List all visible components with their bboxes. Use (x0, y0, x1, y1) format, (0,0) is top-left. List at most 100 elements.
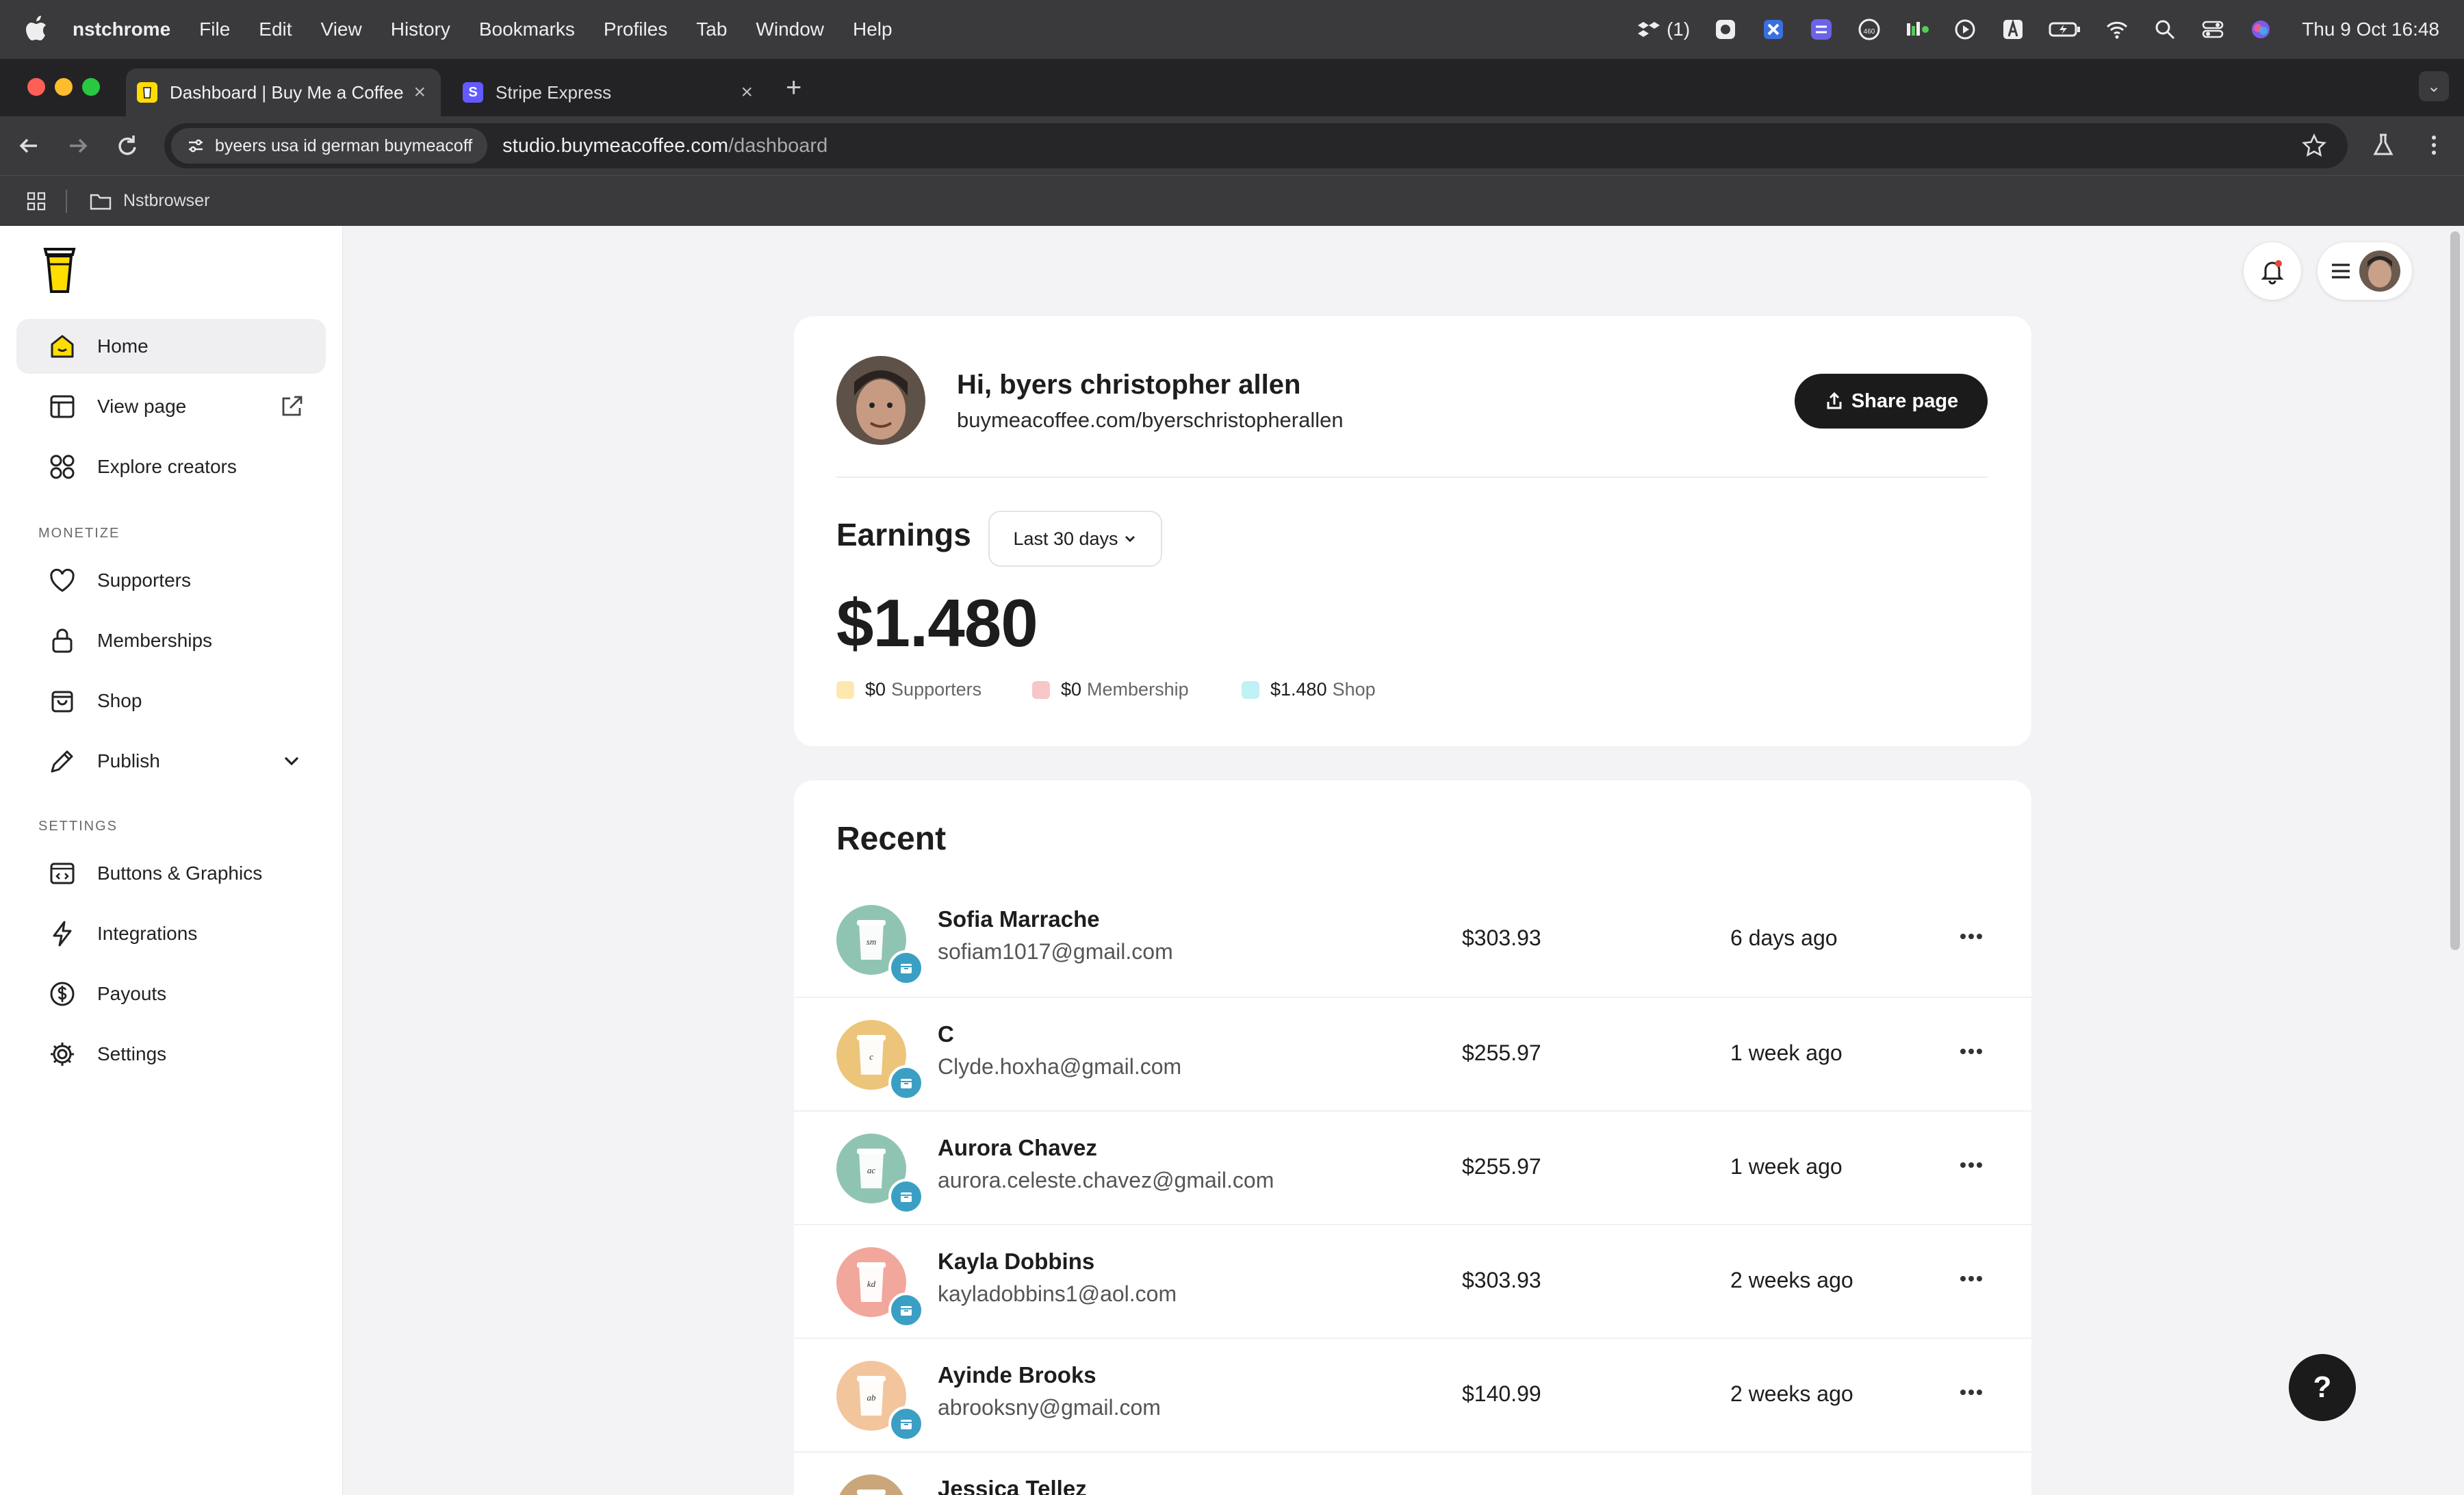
home-icon (48, 332, 77, 361)
sidebar-item-shop[interactable]: Shop (16, 674, 326, 728)
section-label-monetize: MONETIZE (38, 526, 120, 541)
tab-title: Stripe Express (496, 81, 612, 103)
menu-profiles[interactable]: Profiles (604, 18, 667, 40)
siri-icon[interactable] (2248, 17, 2273, 42)
new-tab-button[interactable]: + (786, 73, 801, 103)
disk-meter-tray-icon[interactable]: 460 (1857, 17, 1882, 42)
table-row[interactable]: ac Aurora Chavez aurora.celeste.chavez@gma… (794, 1110, 2031, 1225)
supporter-name: C (938, 1021, 954, 1047)
menu-help[interactable]: Help (853, 18, 893, 40)
table-row[interactable]: kd Kayla Dobbins kayladobbins1@aol.com $303… (794, 1224, 2031, 1339)
sidebar-item-label: Explore creators (97, 456, 237, 477)
control-center-icon[interactable] (2200, 17, 2225, 42)
bmc-cup-icon (137, 82, 157, 103)
avatar[interactable] (836, 356, 925, 445)
sidebar-item-label: Home (97, 335, 149, 357)
table-row[interactable]: c C Clyde.hoxha@gmail.com $255.97 1 week ago (794, 997, 2031, 1112)
avatar (2359, 251, 2400, 292)
tab-close-icon[interactable]: × (413, 81, 426, 104)
menu-view[interactable]: View (321, 18, 362, 40)
spotlight-search-icon[interactable] (2153, 17, 2177, 42)
menu-file[interactable]: File (199, 18, 230, 40)
sidebar-item-publish[interactable]: Publish (16, 734, 326, 789)
period-dropdown[interactable]: Last 30 days (988, 511, 1162, 567)
sidebar-item-label: Memberships (97, 630, 213, 651)
more-options-icon[interactable] (1953, 1147, 1989, 1183)
window-minimize-button[interactable] (55, 78, 73, 96)
more-options-icon[interactable] (1953, 919, 1989, 954)
bookmarks-bar: Nstbrowser (0, 175, 2464, 227)
table-row[interactable]: ab Ayinde Brooks abrooksny@gmail.com $140.9… (794, 1338, 2031, 1453)
tab-close-icon[interactable]: × (741, 81, 753, 104)
menu-window[interactable]: Window (756, 18, 824, 40)
menu-clock[interactable]: Thu 9 Oct 16:48 (2302, 18, 2439, 40)
menu-app-name[interactable]: nstchrome (73, 18, 170, 40)
bookmark-star-icon[interactable] (2301, 133, 2327, 159)
sidebar-item-home[interactable]: Home (16, 319, 326, 374)
site-info-chip[interactable]: byeers usa id german buymeacoff (171, 128, 488, 164)
address-bar[interactable]: byeers usa id german buymeacoff studio.b… (164, 123, 2348, 168)
share-page-label: Share page (1851, 389, 1959, 412)
tab-dashboard[interactable]: Dashboard | Buy Me a Coffee × (126, 68, 441, 116)
creator-page-link[interactable]: buymeacoffee.com/byerschristopherallen (957, 408, 1344, 433)
sidebar-item-memberships[interactable]: Memberships (16, 613, 326, 668)
legend-membership: $0 Membership (1032, 679, 1189, 700)
window-zoom-button[interactable] (82, 78, 100, 96)
tab-stripe-express[interactable]: S Stripe Express × (452, 68, 768, 116)
account-menu-button[interactable] (2318, 242, 2412, 300)
sidebar-item-explore-creators[interactable]: Explore creators (16, 439, 326, 494)
share-page-button[interactable]: Share page (1795, 374, 1988, 429)
avatar-initials: ac (867, 1165, 876, 1175)
bookmark-folder-nstbrowser[interactable]: Nstbrowser (123, 191, 209, 211)
sync-app-tray-icon[interactable] (1809, 17, 1834, 42)
apps-grid-icon[interactable] (26, 191, 47, 212)
play-tray-icon[interactable] (1953, 17, 1977, 42)
sidebar-item-buttons-graphics[interactable]: Buttons & Graphics (16, 846, 326, 901)
chevron-down-icon (1125, 536, 1135, 542)
sidebar-item-view-page[interactable]: View page (16, 379, 326, 434)
more-options-icon[interactable] (1953, 1375, 1989, 1410)
grid-icon (48, 452, 77, 481)
url-text[interactable]: studio.buymeacoffee.com/dashboard (502, 135, 827, 157)
browser-menu-icon[interactable] (2420, 131, 2448, 159)
record-tray-icon[interactable] (1713, 17, 1738, 42)
forward-button[interactable] (63, 131, 92, 160)
reload-button[interactable] (112, 131, 141, 160)
tab-search-button[interactable]: ⌄ (2419, 71, 2449, 101)
menu-edit[interactable]: Edit (259, 18, 292, 40)
dropbox-tray-icon[interactable] (1637, 17, 1661, 42)
battery-tray-icon[interactable] (2049, 17, 2081, 42)
more-options-icon[interactable] (1953, 1034, 1989, 1069)
sidebar-item-settings[interactable]: Settings (16, 1027, 326, 1082)
input-source-tray-icon[interactable] (2001, 17, 2025, 42)
sidebar-item-integrations[interactable]: Integrations (16, 906, 326, 961)
period-value: Last 30 days (1013, 528, 1118, 549)
help-button[interactable]: ? (2289, 1354, 2356, 1421)
blue-app-tray-icon[interactable] (1761, 17, 1786, 42)
wifi-tray-icon[interactable] (2105, 17, 2129, 42)
folder-icon (90, 194, 112, 210)
bmc-logo-icon[interactable] (41, 244, 78, 296)
stats-tray-icon[interactable] (1905, 17, 1929, 42)
more-options-icon[interactable] (1953, 1261, 1989, 1296)
table-row[interactable]: sm Sofia Marrache sofiam1017@gmail.com $303… (794, 883, 2031, 997)
menu-history[interactable]: History (391, 18, 450, 40)
menu-bookmarks[interactable]: Bookmarks (479, 18, 575, 40)
sidebar-item-supporters[interactable]: Supporters (16, 553, 326, 608)
notifications-button[interactable] (2244, 242, 2301, 300)
sidebar-item-payouts[interactable]: Payouts (16, 967, 326, 1021)
sidebar: Home View page Explore creators MONETIZE… (0, 226, 343, 1495)
apple-logo-icon[interactable] (25, 16, 48, 43)
back-button[interactable] (15, 131, 44, 160)
table-row[interactable]: jt Jessica Tellez (794, 1451, 2031, 1495)
page-scrollbar[interactable] (2448, 226, 2464, 1495)
labs-flask-icon[interactable] (2370, 131, 2397, 159)
scrollbar-thumb[interactable] (2450, 231, 2460, 950)
shop-badge-icon (888, 1065, 924, 1101)
menu-tab[interactable]: Tab (696, 18, 727, 40)
chevron-down-icon[interactable] (279, 749, 304, 774)
window-close-button[interactable] (27, 78, 45, 96)
avatar-initials: ab (867, 1392, 877, 1403)
sidebar-item-label: View page (97, 396, 187, 417)
site-chip-label: byeers usa id german buymeacoff (215, 136, 473, 155)
